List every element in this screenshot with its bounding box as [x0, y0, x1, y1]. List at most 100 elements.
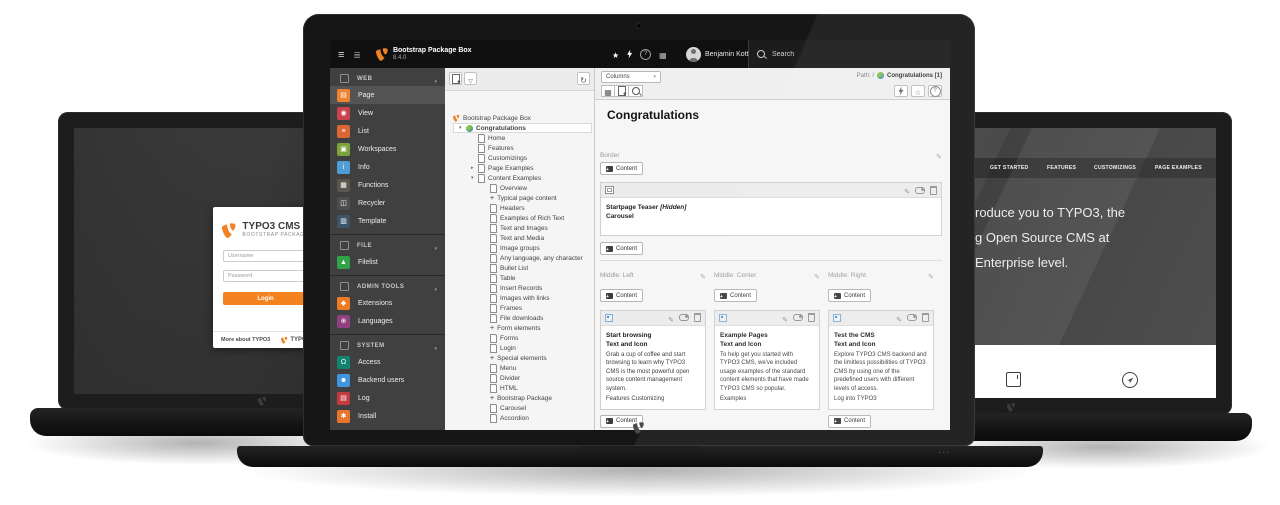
- content-button[interactable]: Content: [600, 242, 643, 255]
- edit-icon[interactable]: [896, 309, 902, 327]
- card-body: To help get you started with TYPO3 CMS, …: [720, 351, 814, 394]
- tree-item[interactable]: Form elements: [445, 323, 595, 333]
- tree-item[interactable]: Accordion: [445, 413, 595, 423]
- module-item-functions[interactable]: ▦Functions: [330, 176, 445, 194]
- content-element-startpage-teaser[interactable]: Startpage Teaser [Hidden] Carousel: [600, 182, 942, 236]
- module-item-backend-users[interactable]: ☻Backend users: [330, 371, 445, 389]
- search-record-button[interactable]: [629, 85, 643, 97]
- tree-item[interactable]: Any language, any character: [445, 253, 595, 263]
- search-input[interactable]: [770, 50, 894, 59]
- menu-collapse-icon[interactable]: [338, 45, 344, 63]
- tree-item[interactable]: Table: [445, 273, 595, 283]
- new-record-button[interactable]: [615, 85, 629, 97]
- visibility-toggle-icon[interactable]: [907, 314, 917, 321]
- delete-icon[interactable]: [694, 313, 701, 322]
- content-button[interactable]: Content: [828, 289, 871, 302]
- module-item-list[interactable]: ≡List: [330, 122, 445, 140]
- visibility-toggle-icon[interactable]: [679, 314, 689, 321]
- module-item-template[interactable]: ▥Template: [330, 212, 445, 230]
- content-button[interactable]: Content: [600, 162, 643, 175]
- help-icon[interactable]: ?: [640, 49, 651, 60]
- tree-item[interactable]: File downloads: [445, 313, 595, 323]
- edit-column-icon[interactable]: [928, 266, 934, 284]
- tree-item[interactable]: Special elements: [445, 353, 595, 363]
- tree-item[interactable]: Page Examples: [445, 163, 595, 173]
- tree-item[interactable]: Headers: [445, 203, 595, 213]
- content-button[interactable]: Content: [714, 289, 757, 302]
- module-section-file[interactable]: FILE: [330, 238, 445, 253]
- tree-item[interactable]: Image groups: [445, 243, 595, 253]
- user-menu[interactable]: Benjamin Kott: [682, 40, 753, 68]
- tree-item[interactable]: Text and Images: [445, 223, 595, 233]
- tree-item[interactable]: Menu: [445, 363, 595, 373]
- module-item-install[interactable]: ✱Install: [330, 407, 445, 425]
- expand-icon[interactable]: [471, 166, 478, 171]
- module-section-admin-tools[interactable]: ADMIN TOOLS: [330, 279, 445, 294]
- view-mode-button[interactable]: [601, 85, 615, 97]
- visibility-toggle-icon[interactable]: [915, 187, 925, 194]
- column-middle-left: Middle: Left Content Start browsing Text…: [600, 266, 706, 429]
- tree-item[interactable]: Login: [445, 343, 595, 353]
- webcam-icon: [637, 24, 641, 28]
- module-item-recycler[interactable]: ◫Recycler: [330, 194, 445, 212]
- tree-item[interactable]: Carousel: [445, 403, 595, 413]
- tree-item[interactable]: Bullet List: [445, 263, 595, 273]
- module-item-access[interactable]: ΩAccess: [330, 353, 445, 371]
- module-item-languages[interactable]: ⊕Languages: [330, 312, 445, 330]
- filter-button[interactable]: [464, 72, 477, 85]
- new-page-button[interactable]: [449, 72, 462, 85]
- tree-item[interactable]: Forms: [445, 333, 595, 343]
- edit-column-icon[interactable]: [936, 146, 942, 164]
- edit-icon[interactable]: [668, 309, 674, 327]
- module-section-web[interactable]: WEB: [330, 71, 445, 86]
- tree-item[interactable]: Customizings: [445, 153, 595, 163]
- collapse-icon[interactable]: [471, 176, 478, 181]
- tree-item[interactable]: Frames: [445, 303, 595, 313]
- tree-item[interactable]: Images with links: [445, 293, 595, 303]
- module-item-log[interactable]: ▤Log: [330, 389, 445, 407]
- module-item-filelist[interactable]: ▲Filelist: [330, 253, 445, 271]
- visibility-toggle-icon[interactable]: [793, 314, 803, 321]
- module-section-system[interactable]: SYSTEM: [330, 338, 445, 353]
- toolbar-list-icon[interactable]: [353, 45, 361, 63]
- tree-item[interactable]: Home: [445, 133, 595, 143]
- tree-item[interactable]: Bootstrap Package: [445, 393, 595, 403]
- module-item-info[interactable]: iInfo: [330, 158, 445, 176]
- tree-item[interactable]: Content Examples: [445, 173, 595, 183]
- delete-icon[interactable]: [808, 313, 815, 322]
- module-item-extensions[interactable]: ◆Extensions: [330, 294, 445, 312]
- content-element-start-browsing[interactable]: Start browsing Text and Icon Grab a cup …: [600, 310, 706, 410]
- tree-item[interactable]: Insert Records: [445, 283, 595, 293]
- edit-icon[interactable]: [904, 181, 910, 199]
- tree-item[interactable]: HTML: [445, 383, 595, 393]
- edit-column-icon[interactable]: [700, 266, 706, 284]
- module-item-page[interactable]: ▤Page: [330, 86, 445, 104]
- delete-icon[interactable]: [922, 313, 929, 322]
- tree-item[interactable]: Divider: [445, 373, 595, 383]
- help-button[interactable]: ?: [928, 85, 942, 97]
- module-item-view[interactable]: ◉View: [330, 104, 445, 122]
- content-element-example-pages[interactable]: Example Pages Text and Icon To help get …: [714, 310, 820, 410]
- delete-icon[interactable]: [930, 186, 937, 195]
- tree-item[interactable]: Typical page content: [445, 193, 595, 203]
- clear-cache-icon[interactable]: [627, 50, 632, 59]
- typo3-logo-icon: [453, 114, 460, 122]
- tree-item-congratulations[interactable]: Congratulations: [445, 123, 595, 133]
- content-button[interactable]: Content: [828, 415, 871, 428]
- edit-column-icon[interactable]: [814, 266, 820, 284]
- tree-root[interactable]: Bootstrap Package Box: [445, 113, 595, 123]
- module-item-workspaces[interactable]: ▣Workspaces: [330, 140, 445, 158]
- refresh-button[interactable]: [577, 72, 590, 85]
- content-button[interactable]: Content: [600, 289, 643, 302]
- content-element-test-the-cms[interactable]: Test the CMS Text and Icon Explore TYPO3…: [828, 310, 934, 410]
- tree-item[interactable]: Examples of Rich Text: [445, 213, 595, 223]
- cache-button[interactable]: [894, 85, 908, 97]
- tree-item[interactable]: Features: [445, 143, 595, 153]
- collapse-icon[interactable]: [459, 126, 466, 131]
- tree-item[interactable]: Overview: [445, 183, 595, 193]
- bookmark-icon[interactable]: [612, 45, 619, 63]
- tree-item[interactable]: Text and Media: [445, 233, 595, 243]
- modules-grid-icon[interactable]: [659, 45, 667, 63]
- bookmark-button[interactable]: [911, 85, 925, 97]
- edit-icon[interactable]: [782, 309, 788, 327]
